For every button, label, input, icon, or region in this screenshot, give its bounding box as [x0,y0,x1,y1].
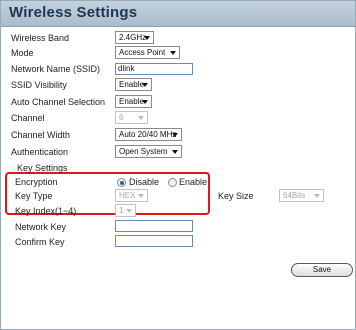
wireless-band-value: 2.4GHz [119,33,147,42]
key-size-select[interactable]: 64Bits [279,189,324,202]
chevron-down-icon [138,116,144,120]
key-type-label: Key Type [15,191,53,201]
encryption-enable-label: Enable [179,177,208,187]
auto-channel-label: Auto Channel Selection [11,97,106,107]
ssid-input[interactable]: dlink [115,63,193,75]
chevron-down-icon [314,194,320,198]
chevron-down-icon [170,51,176,55]
ssid-label: Network Name (SSID) [11,64,101,74]
chevron-down-icon [126,209,132,213]
channel-label: Channel [11,113,45,123]
chevron-down-icon [144,36,150,40]
key-index-select[interactable]: 1 [115,204,136,217]
ssid-visibility-select[interactable]: Enable [115,78,152,91]
channel-select[interactable]: 6 [115,111,148,124]
key-index-value: 1 [119,206,124,215]
confirm-key-input[interactable] [115,235,193,247]
title-bar: Wireless Settings [1,1,355,27]
channel-width-select[interactable]: Auto 20/40 MHz [115,128,182,141]
page-title: Wireless Settings [9,4,138,21]
encryption-disable-radio[interactable] [117,178,126,187]
key-settings-heading: Key Settings [17,163,68,173]
network-key-label: Network Key [15,222,67,232]
encryption-disable-label: Disable [129,177,160,187]
key-type-select[interactable]: HEX [115,189,148,202]
authentication-value: Open System [119,147,168,156]
key-type-value: HEX [119,191,136,200]
key-index-label: Key Index(1~4) [15,206,77,216]
channel-width-label: Channel Width [11,130,71,140]
save-button[interactable]: Save [291,263,353,277]
channel-value: 6 [119,113,124,122]
chevron-down-icon [172,133,178,137]
auto-channel-select[interactable]: Enable [115,95,152,108]
authentication-label: Authentication [11,147,69,157]
channel-width-value: Auto 20/40 MHz [119,130,177,139]
network-key-input[interactable] [115,220,193,232]
ssid-visibility-label: SSID Visibility [11,80,67,90]
mode-select[interactable]: Access Point [115,46,180,59]
chevron-down-icon [172,150,178,154]
chevron-down-icon [142,83,148,87]
chevron-down-icon [142,100,148,104]
confirm-key-label: Confirm Key [15,237,65,247]
auto-channel-value: Enable [119,97,144,106]
wireless-settings-panel: Wireless Settings Wireless Band 2.4GHz M… [0,0,356,330]
wireless-band-select[interactable]: 2.4GHz [115,31,154,44]
authentication-select[interactable]: Open System [115,145,182,158]
wireless-band-label: Wireless Band [11,33,70,43]
encryption-label: Encryption [15,177,58,187]
key-size-label: Key Size [218,191,254,201]
ssid-visibility-value: Enable [119,80,144,89]
key-size-value: 64Bits [283,191,306,200]
chevron-down-icon [138,194,144,198]
encryption-enable-radio[interactable] [168,178,177,187]
mode-value: Access Point [119,48,166,57]
mode-label: Mode [11,48,34,58]
